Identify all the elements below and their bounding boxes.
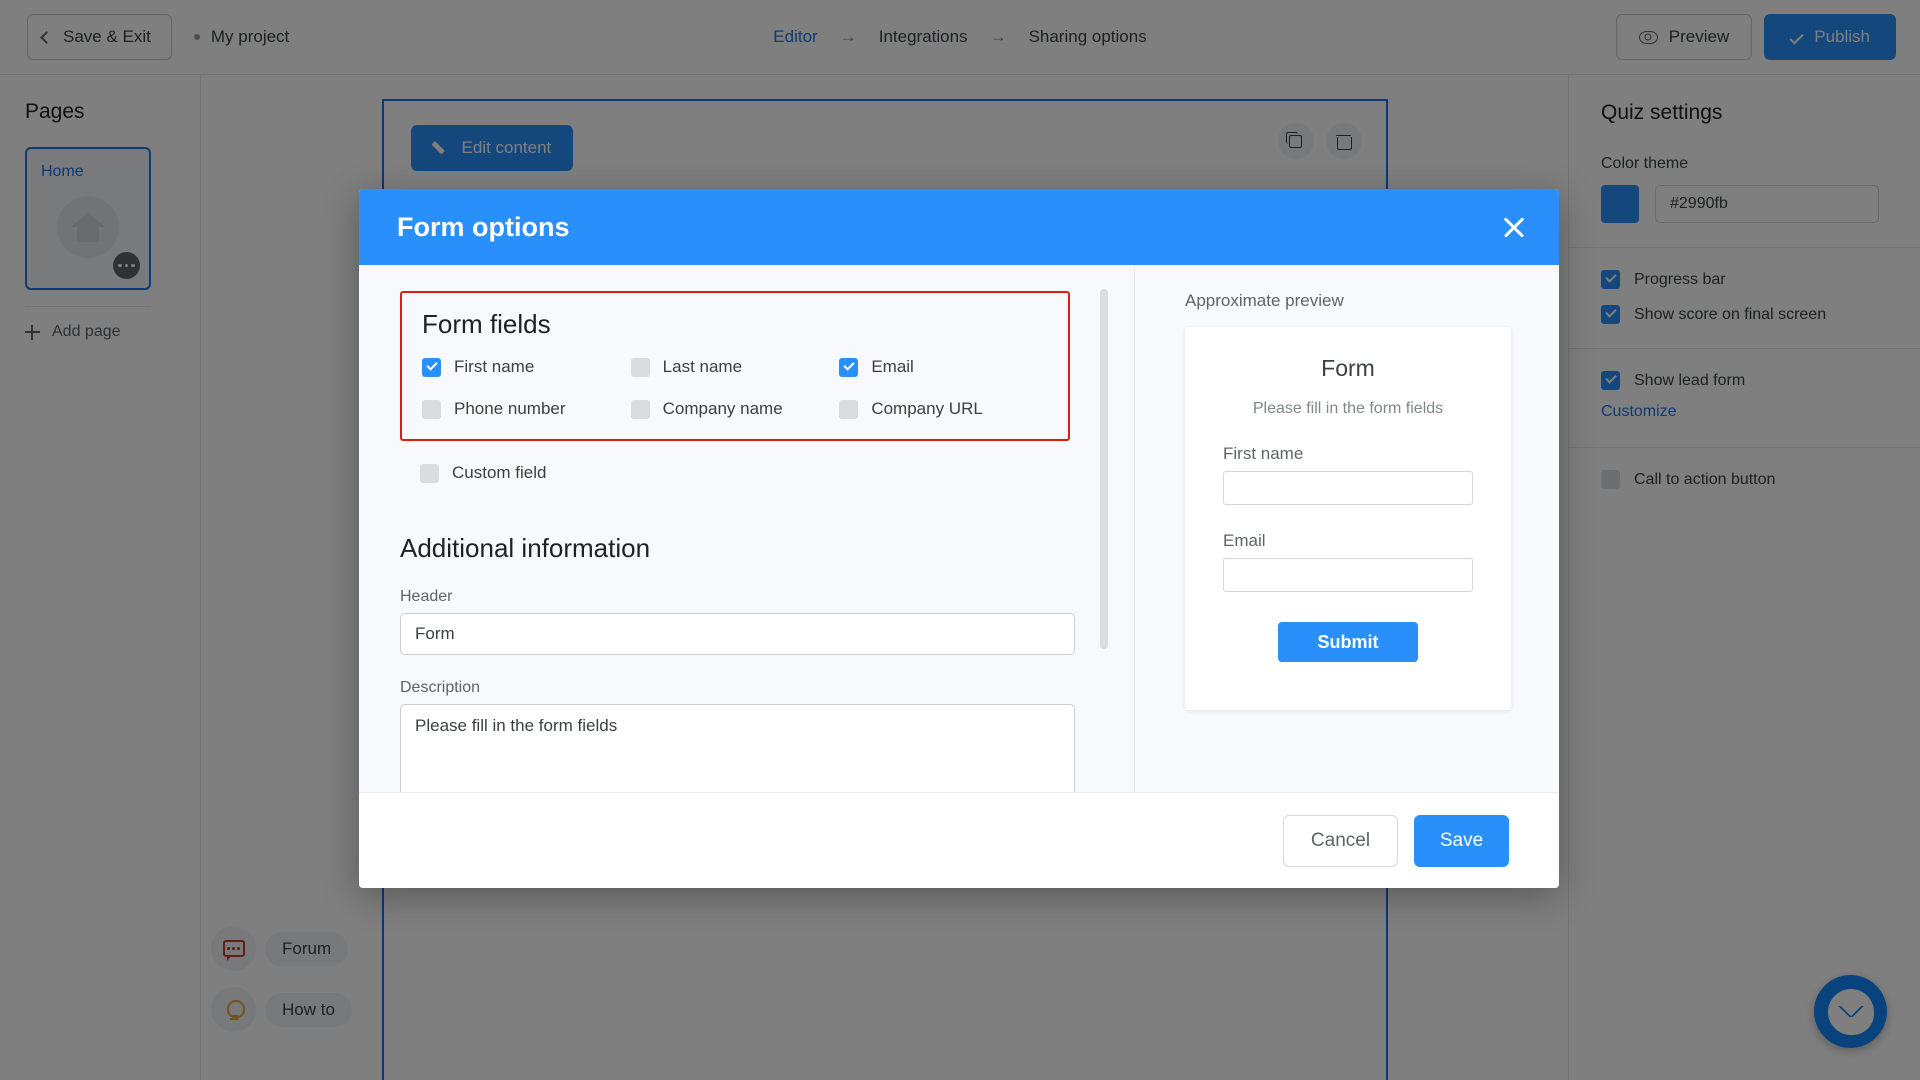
modal-form-panel: Form fields First name Last name Email P… (359, 265, 1135, 792)
modal-footer: Cancel Save (359, 792, 1559, 888)
checkbox-icon (422, 357, 441, 377)
field-label: Custom field (452, 463, 547, 482)
modal-preview-panel: Approximate preview Form Please fill in … (1135, 265, 1559, 792)
field-phone-number[interactable]: Phone number (422, 399, 631, 419)
preview-field-2-label: Email (1223, 531, 1266, 550)
preview-field-2-input[interactable] (1223, 558, 1473, 592)
field-email[interactable]: Email (839, 357, 1048, 377)
field-label: First name (454, 357, 535, 376)
description-textarea[interactable]: Please fill in the form fields (400, 704, 1075, 792)
modal-title: Form options (397, 211, 570, 242)
preview-subtitle: Please fill in the form fields (1252, 400, 1444, 417)
checkbox-icon (630, 399, 650, 419)
preview-field-1-label: First name (1223, 444, 1304, 463)
preview-title: Form (1321, 355, 1375, 381)
close-icon[interactable] (1497, 210, 1531, 244)
form-options-modal: Form options Form fields First name Last… (359, 189, 1559, 888)
cancel-button[interactable]: Cancel (1283, 814, 1398, 867)
field-company-name[interactable]: Company name (630, 399, 840, 419)
field-label: Phone number (454, 399, 566, 418)
header-input[interactable]: Form (400, 613, 1075, 655)
preview-card: Form Please fill in the form fields Firs… (1185, 327, 1511, 710)
modal-header: Form options (359, 189, 1559, 265)
form-fields-grid: First name Last name Email Phone number … (422, 357, 1048, 419)
approximate-preview-label: Approximate preview (1185, 291, 1344, 310)
field-first-name[interactable]: First name (422, 357, 631, 377)
field-label: Company name (662, 399, 783, 418)
scrollbar-thumb[interactable] (1100, 289, 1108, 649)
checkbox-icon (420, 463, 439, 483)
preview-field-1-input[interactable] (1223, 471, 1473, 505)
modal-body: Form fields First name Last name Email P… (359, 265, 1559, 792)
form-fields-title: Form fields (422, 309, 551, 339)
field-custom[interactable]: Custom field (420, 463, 1070, 483)
field-company-url[interactable]: Company URL (839, 399, 1048, 419)
field-last-name[interactable]: Last name (630, 357, 840, 377)
form-fields-section: Form fields First name Last name Email P… (400, 291, 1070, 441)
header-field-label: Header (400, 588, 453, 605)
additional-information-title: Additional information (400, 533, 651, 563)
checkbox-icon (630, 357, 650, 377)
field-label: Email (871, 357, 914, 376)
checkbox-icon (422, 399, 441, 419)
field-label: Company URL (871, 399, 983, 418)
save-button[interactable]: Save (1414, 814, 1509, 867)
field-label: Last name (662, 357, 743, 376)
checkbox-icon (839, 399, 859, 419)
checkbox-icon (839, 357, 859, 377)
modal-scrollbar[interactable] (1100, 289, 1108, 776)
description-field-label: Description (400, 679, 481, 696)
preview-submit-button[interactable]: Submit (1278, 622, 1418, 662)
